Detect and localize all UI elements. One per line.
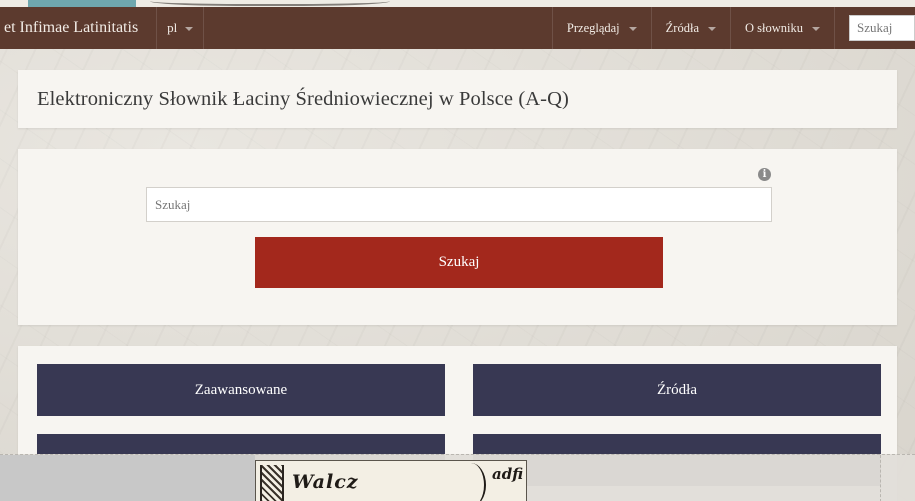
language-dropdown[interactable]: pl bbox=[156, 7, 205, 49]
search-button[interactable]: Szukaj bbox=[255, 237, 663, 288]
manuscript-word: adfi bbox=[492, 465, 524, 483]
site-brand[interactable]: et Infimae Latinitatis bbox=[0, 19, 138, 37]
language-label: pl bbox=[167, 20, 178, 35]
nav-item-label: Źródła bbox=[665, 20, 699, 35]
advanced-search-button[interactable]: Zaawansowane bbox=[37, 364, 445, 416]
manuscript-scan-image: Walcz adfi bbox=[255, 460, 527, 501]
manuscript-bracket bbox=[456, 463, 486, 501]
chevron-down-icon bbox=[812, 27, 820, 31]
nav-item-label: O słowniku bbox=[745, 20, 803, 35]
search-input[interactable] bbox=[146, 187, 772, 222]
info-icon[interactable]: i bbox=[758, 168, 771, 181]
chevron-down-icon bbox=[185, 27, 194, 31]
header-manuscript-strip bbox=[0, 0, 915, 7]
title-panel: Elektroniczny Słownik Łaciny Średniowiec… bbox=[18, 70, 897, 128]
header-decoration bbox=[28, 0, 136, 7]
nav-item-label: Przeglądaj bbox=[566, 20, 620, 35]
nav-menu: Przeglądaj Źródła O słowniku bbox=[551, 7, 915, 49]
sources-button[interactable]: Źródła bbox=[473, 364, 881, 416]
nav-item-about[interactable]: O słowniku bbox=[730, 7, 835, 49]
nav-item-sources[interactable]: Źródła bbox=[650, 7, 730, 49]
navbar-search-input[interactable] bbox=[849, 15, 915, 41]
manuscript-word: Walcz bbox=[292, 471, 359, 493]
nav-item-browse[interactable]: Przeglądaj bbox=[551, 7, 651, 49]
page-title: Elektroniczny Słownik Łaciny Średniowiec… bbox=[37, 88, 569, 110]
search-panel: i Szukaj bbox=[18, 149, 897, 325]
footer-overlay: Walcz adfi bbox=[0, 454, 915, 501]
chevron-down-icon bbox=[628, 27, 637, 31]
chevron-down-icon bbox=[708, 27, 716, 31]
divider bbox=[880, 455, 881, 501]
top-navbar: et Infimae Latinitatis pl Przeglądaj Źró… bbox=[0, 7, 915, 49]
manuscript-ink bbox=[150, 0, 390, 6]
footer-grey-block bbox=[0, 455, 255, 501]
manuscript-figure bbox=[260, 465, 284, 501]
